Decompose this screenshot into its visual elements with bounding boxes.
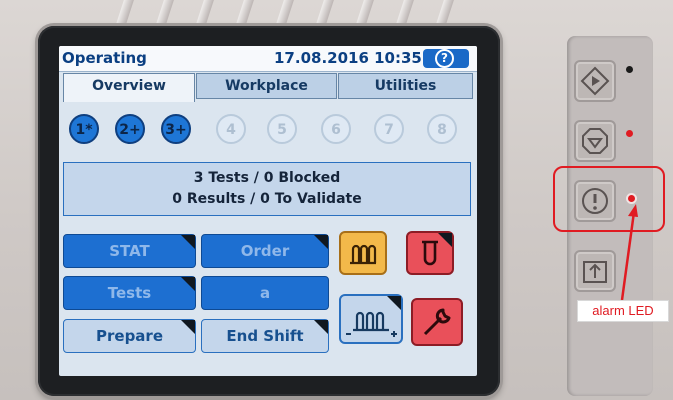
start-led	[626, 66, 633, 73]
annotation-arrow	[620, 204, 638, 301]
status-tests: 3 Tests / 0 Blocked	[193, 170, 341, 186]
page-title: Operating	[62, 49, 147, 67]
case-ridge	[196, 0, 214, 24]
step-7[interactable]: 7	[374, 114, 404, 144]
rack-load-button[interactable]	[339, 294, 403, 344]
status-results: 0 Results / 0 To Validate	[172, 191, 362, 207]
step-6[interactable]: 6	[321, 114, 351, 144]
case-ridge	[116, 0, 134, 24]
case-ridge	[236, 0, 254, 24]
case-ridge	[276, 0, 294, 24]
start-button[interactable]	[574, 60, 616, 102]
wrench-button[interactable]	[411, 298, 463, 346]
stop-button[interactable]	[574, 120, 616, 162]
step-indicator: 1* 2+ 3+ 4 5 6 7 8	[59, 114, 477, 148]
tab-overview[interactable]: Overview	[63, 73, 195, 102]
tab-workplace[interactable]: Workplace	[196, 73, 337, 99]
touch-screen: Operating 17.08.2016 10:35 ? Overview Wo…	[59, 46, 477, 376]
stop-led	[626, 130, 633, 137]
case-ridge	[396, 0, 414, 24]
alarm-led-label: alarm LED	[577, 300, 669, 322]
step-8[interactable]: 8	[427, 114, 457, 144]
stat-button[interactable]: STAT	[63, 234, 196, 268]
status-panel: 3 Tests / 0 Blocked 0 Results / 0 To Val…	[63, 162, 471, 216]
end-shift-button[interactable]: End Shift	[201, 319, 329, 353]
step-5[interactable]: 5	[267, 114, 297, 144]
wrench-icon	[423, 308, 451, 336]
stop-icon	[582, 128, 608, 154]
rack-button[interactable]	[339, 231, 387, 275]
start-icon	[580, 66, 610, 96]
a-field[interactable]: a	[201, 276, 329, 310]
case-ridge	[356, 0, 374, 24]
order-button[interactable]: Order	[201, 234, 329, 268]
prepare-button[interactable]: Prepare	[63, 319, 196, 353]
rack-icon	[350, 244, 377, 265]
step-1[interactable]: 1*	[69, 114, 99, 144]
datetime-readout: 17.08.2016 10:35	[274, 49, 422, 67]
rack-load-icon	[346, 311, 397, 337]
step-3[interactable]: 3+	[161, 114, 191, 144]
help-button[interactable]: ?	[423, 49, 469, 68]
step-2[interactable]: 2+	[115, 114, 145, 144]
case-ridge	[436, 0, 454, 24]
help-icon: ?	[435, 49, 454, 68]
case-ridge	[156, 0, 174, 24]
tube-button[interactable]	[406, 231, 454, 275]
tests-button[interactable]: Tests	[63, 276, 196, 310]
tab-bar: Overview Workplace Utilities	[59, 73, 477, 102]
step-4[interactable]: 4	[216, 114, 246, 144]
status-bar: Operating 17.08.2016 10:35 ?	[59, 46, 477, 72]
case-ridge	[316, 0, 334, 24]
tube-icon	[422, 240, 438, 266]
tab-utilities[interactable]: Utilities	[338, 73, 473, 99]
